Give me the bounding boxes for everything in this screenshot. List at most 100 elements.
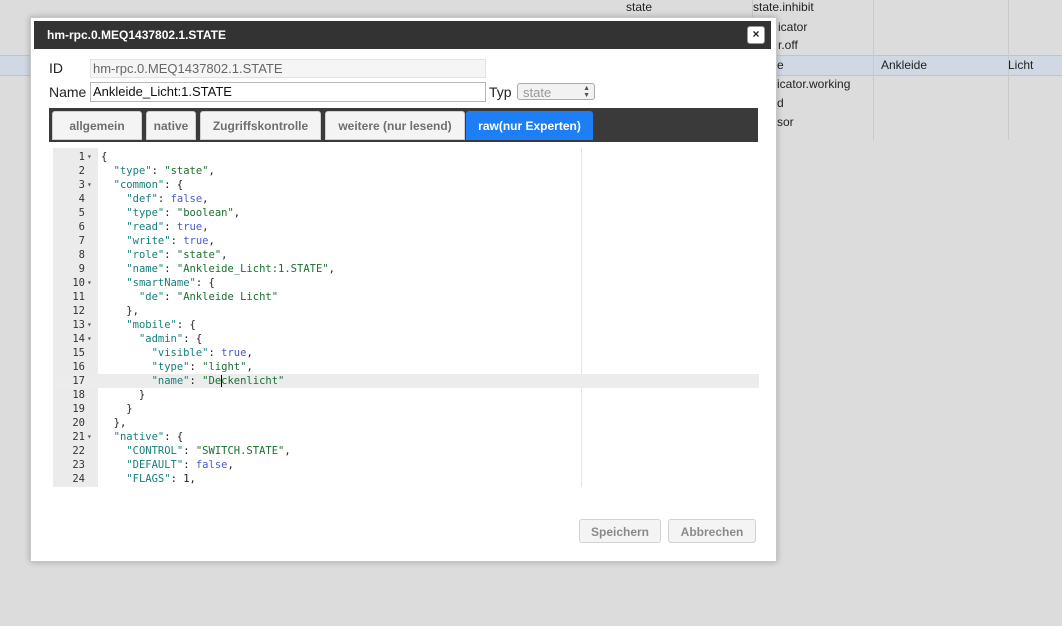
typ-select[interactable]: state ▲ ▼ bbox=[517, 83, 595, 100]
line-number: 17 bbox=[72, 375, 85, 387]
background-cell: icator.working bbox=[777, 77, 851, 91]
line-number: 16 bbox=[72, 361, 85, 373]
id-field: hm-rpc.0.MEQ1437802.1.STATE bbox=[90, 59, 486, 78]
code-text: { bbox=[101, 151, 108, 163]
code-line[interactable]: 7 "write": true, bbox=[53, 234, 759, 248]
line-number: 7 bbox=[78, 235, 85, 247]
tab-bar: allgemein native Zugriffskontrolle weite… bbox=[49, 108, 758, 142]
line-number: 25 bbox=[53, 486, 85, 487]
background-grid-line bbox=[873, 0, 874, 140]
line-number: 12 bbox=[72, 305, 85, 317]
background-cell: e bbox=[777, 58, 784, 72]
dialog-title: hm-rpc.0.MEQ1437802.1.STATE bbox=[47, 28, 226, 42]
code-line[interactable]: 24 "FLAGS": 1, bbox=[53, 472, 759, 486]
code-line[interactable]: 14 ▾ "admin": { bbox=[53, 332, 759, 346]
fold-arrow-icon[interactable]: ▾ bbox=[87, 276, 92, 290]
code-line[interactable]: 21 ▾ "native": { bbox=[53, 430, 759, 444]
code-line[interactable]: 4 "def": false, bbox=[53, 192, 759, 206]
code-line[interactable]: 16 "type": "light", bbox=[53, 360, 759, 374]
tab-allgemein[interactable]: allgemein bbox=[52, 111, 142, 140]
fold-arrow-icon[interactable]: ▾ bbox=[87, 318, 92, 332]
line-number: 18 bbox=[72, 389, 85, 401]
tab-raw[interactable]: raw(nur Experten) bbox=[466, 111, 593, 140]
code-line[interactable]: 19 } bbox=[53, 402, 759, 416]
code-text: "common": { bbox=[113, 179, 184, 191]
tab-zugriffskontrolle[interactable]: Zugriffskontrolle bbox=[200, 111, 321, 140]
code-line[interactable]: 9 "name": "Ankleide_Licht:1.STATE", bbox=[53, 262, 759, 276]
code-text: "read": true, bbox=[126, 221, 209, 233]
code-text: "name": "Deckenlicht" bbox=[151, 375, 285, 387]
code-text: "admin": { bbox=[138, 333, 203, 345]
code-text: "visible": true, bbox=[151, 347, 253, 359]
name-input[interactable]: Ankleide_Licht:1.STATE bbox=[90, 82, 486, 102]
line-number: 10 bbox=[72, 277, 85, 289]
json-code-editor[interactable]: 1 ▾{2 "type": "state", 3 ▾ "common": {4 "de… bbox=[53, 148, 759, 487]
background-cell: r.off bbox=[778, 38, 798, 52]
code-text: "ID": "STATE", bbox=[101, 486, 215, 487]
line-number: 23 bbox=[72, 459, 85, 471]
line-number: 1 bbox=[78, 151, 85, 163]
line-number: 3 bbox=[78, 179, 85, 191]
code-text: }, bbox=[101, 305, 139, 317]
line-number: 22 bbox=[72, 445, 85, 457]
code-text: } bbox=[101, 403, 133, 415]
code-text: "write": true, bbox=[126, 235, 215, 247]
code-line[interactable]: 6 "read": true, bbox=[53, 220, 759, 234]
code-line[interactable]: 1 ▾ { bbox=[53, 150, 759, 164]
close-icon[interactable]: × bbox=[747, 26, 765, 44]
dialog-titlebar[interactable]: hm-rpc.0.MEQ1437802.1.STATE × bbox=[34, 21, 771, 49]
tab-weitere[interactable]: weitere (nur lesend) bbox=[325, 111, 465, 140]
line-number: 14 bbox=[72, 333, 85, 345]
code-text: "def": false, bbox=[126, 193, 209, 205]
background-cell: state bbox=[626, 0, 653, 14]
code-line[interactable]: 12 }, bbox=[53, 304, 759, 318]
code-line[interactable]: 2 "type": "state", bbox=[53, 164, 759, 178]
line-number: 13 bbox=[72, 319, 85, 331]
code-line[interactable]: 5 "type": "boolean", bbox=[53, 206, 759, 220]
line-number: 20 bbox=[72, 417, 85, 429]
code-line[interactable]: 17 "name": "Deckenlicht" bbox=[53, 374, 759, 388]
typ-select-value: state bbox=[523, 85, 552, 100]
cancel-button[interactable]: Abbrechen bbox=[668, 519, 756, 543]
code-text: "smartName": { bbox=[126, 277, 215, 289]
code-text: "mobile": { bbox=[126, 319, 196, 331]
code-text: "type": "boolean", bbox=[126, 207, 241, 219]
code-line[interactable]: 22 "CONTROL": "SWITCH.STATE", bbox=[53, 444, 759, 458]
line-number: 11 bbox=[72, 291, 85, 303]
tab-native[interactable]: native bbox=[146, 111, 196, 140]
code-text: "de": "Ankleide Licht" bbox=[138, 291, 279, 303]
code-text: "CONTROL": "SWITCH.STATE", bbox=[126, 445, 291, 457]
background-cell: Ankleide bbox=[881, 58, 928, 72]
code-text: "type": "light", bbox=[151, 361, 253, 373]
code-line[interactable]: 15 "visible": true, bbox=[53, 346, 759, 360]
code-line[interactable]: 3 ▾ "common": { bbox=[53, 178, 759, 192]
background-cell: d bbox=[777, 96, 784, 110]
fold-arrow-icon[interactable]: ▾ bbox=[87, 150, 92, 164]
code-line[interactable]: 25 "ID": "STATE", bbox=[53, 486, 759, 487]
line-number: 21 bbox=[72, 431, 85, 443]
line-number: 5 bbox=[78, 207, 85, 219]
line-number: 9 bbox=[78, 263, 85, 275]
line-number: 2 bbox=[78, 165, 85, 177]
code-text: } bbox=[101, 389, 146, 401]
code-line[interactable]: 11 "de": "Ankleide Licht" bbox=[53, 290, 759, 304]
id-label: ID bbox=[49, 60, 63, 76]
line-number: 15 bbox=[72, 347, 85, 359]
line-number: 4 bbox=[78, 193, 85, 205]
fold-arrow-icon[interactable]: ▾ bbox=[87, 430, 92, 444]
fold-arrow-icon[interactable]: ▾ bbox=[87, 178, 92, 192]
code-text: "role": "state", bbox=[126, 249, 228, 261]
fold-arrow-icon[interactable]: ▾ bbox=[87, 332, 92, 346]
code-line[interactable]: 20 }, bbox=[53, 416, 759, 430]
background-cell: Licht bbox=[1008, 58, 1034, 72]
line-number: 24 bbox=[72, 473, 85, 485]
code-line[interactable]: 13 ▾ "mobile": { bbox=[53, 318, 759, 332]
code-line[interactable]: 10 ▾ "smartName": { bbox=[53, 276, 759, 290]
save-button[interactable]: Speichern bbox=[579, 519, 661, 543]
code-line[interactable]: 8 "role": "state", bbox=[53, 248, 759, 262]
background-cell: sor bbox=[777, 115, 794, 129]
line-number: 6 bbox=[78, 221, 85, 233]
code-line[interactable]: 23 "DEFAULT": false, bbox=[53, 458, 759, 472]
background-cell: icator bbox=[778, 20, 808, 34]
code-line[interactable]: 18 } bbox=[53, 388, 759, 402]
